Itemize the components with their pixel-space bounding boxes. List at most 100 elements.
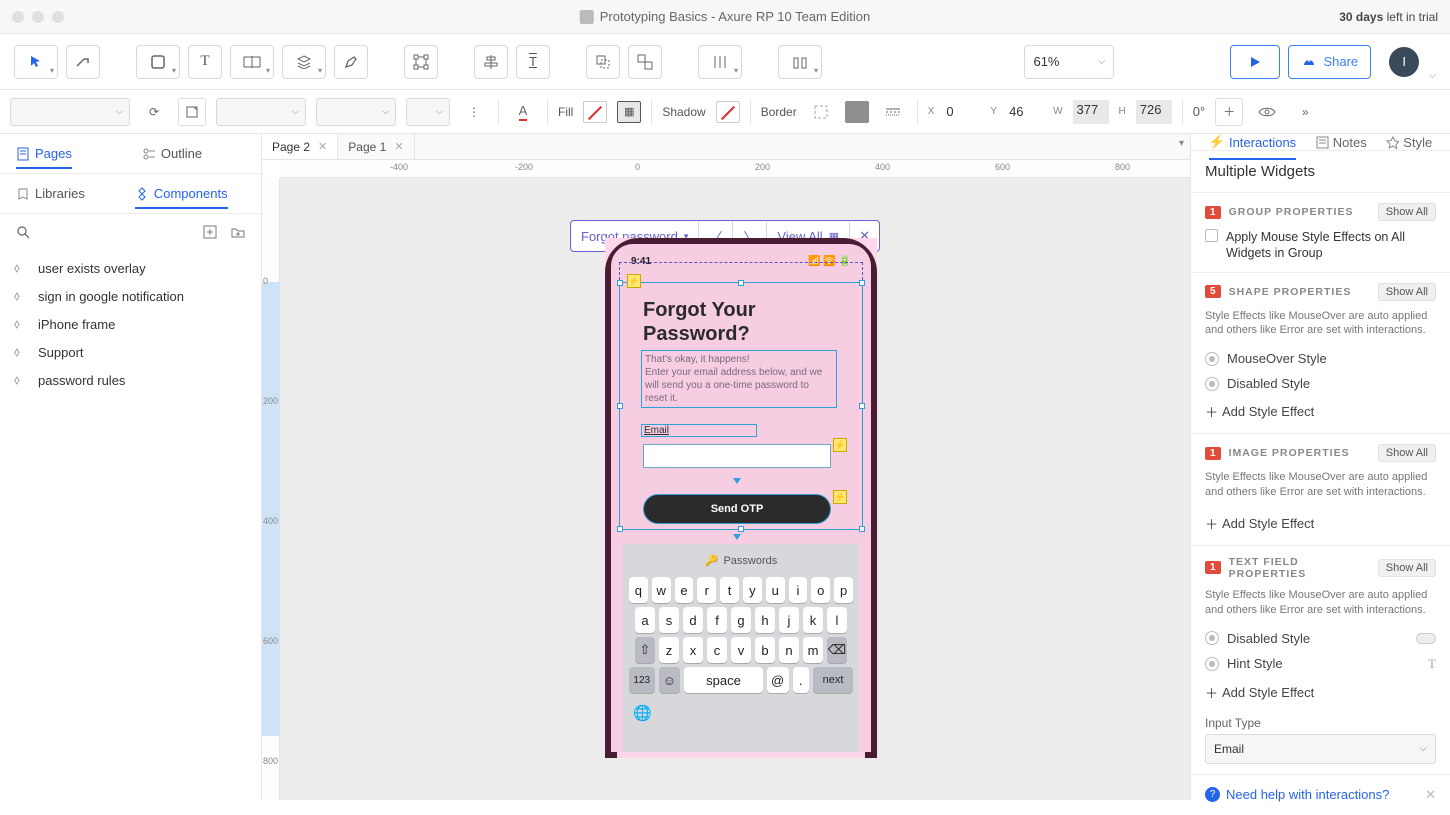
y-input[interactable] bbox=[1007, 100, 1043, 124]
update-style-icon[interactable]: ⟳ bbox=[140, 98, 168, 126]
share-button[interactable]: Share bbox=[1288, 45, 1371, 79]
border-width-icon[interactable] bbox=[879, 98, 907, 126]
zoom-select[interactable]: 61%⌵ bbox=[1024, 45, 1114, 79]
hint-style-row[interactable]: Hint StyleT bbox=[1205, 651, 1436, 677]
keyboard-key: q bbox=[629, 577, 648, 603]
input-type-select[interactable]: Email⌵ bbox=[1205, 734, 1436, 764]
component-item[interactable]: ⬨Support bbox=[0, 338, 261, 366]
component-item[interactable]: ⬨user exists overlay bbox=[0, 254, 261, 282]
show-all-button[interactable]: Show All bbox=[1378, 283, 1436, 301]
disabled-style-row[interactable]: Disabled Style bbox=[1205, 371, 1436, 396]
edit-points-tool[interactable] bbox=[404, 45, 438, 79]
ruler-horizontal[interactable]: -400-2000200400600800 bbox=[280, 160, 1190, 178]
file-tab-page2[interactable]: Page 2✕ bbox=[262, 134, 338, 159]
numeric-key: 123 bbox=[629, 667, 655, 693]
add-dimension-icon[interactable]: ＋ bbox=[1215, 98, 1243, 126]
help-link[interactable]: ? Need help with interactions? ✕ bbox=[1191, 774, 1450, 815]
border-sides-icon[interactable] bbox=[807, 98, 835, 126]
keyboard-key: t bbox=[720, 577, 739, 603]
text-color-icon[interactable]: A bbox=[509, 98, 537, 126]
keyboard-key: f bbox=[707, 607, 727, 633]
style-preset-select[interactable]: ⌵ bbox=[10, 98, 130, 126]
layers-tool[interactable]: ▾ bbox=[282, 45, 326, 79]
font-size-select[interactable]: ⌵ bbox=[406, 98, 450, 126]
border-color-swatch[interactable] bbox=[845, 101, 869, 123]
keyboard-key: j bbox=[779, 607, 799, 633]
tab-outline[interactable]: Outline bbox=[142, 146, 202, 161]
input-tool[interactable]: ▾ bbox=[230, 45, 274, 79]
at-key: @ bbox=[767, 667, 789, 693]
interaction-badge-icon[interactable]: ⚡ bbox=[627, 274, 641, 288]
search-icon[interactable] bbox=[14, 223, 32, 241]
close-icon[interactable]: ✕ bbox=[394, 140, 403, 153]
component-item[interactable]: ⬨sign in google notification bbox=[0, 282, 261, 310]
canvas[interactable]: Forgot password▾ 〈 〉 View All▦ ✕ 9:41 📶 … bbox=[280, 178, 1190, 800]
connect-tool[interactable] bbox=[66, 45, 100, 79]
close-help-icon[interactable]: ✕ bbox=[1425, 787, 1436, 803]
add-style-effect-button[interactable]: ＋Add Style Effect bbox=[1205, 396, 1436, 423]
w-value: 377 bbox=[1073, 100, 1109, 124]
keyboard-key: z bbox=[659, 637, 679, 663]
tabs-menu-icon[interactable]: ▾ bbox=[1179, 138, 1184, 149]
tab-libraries[interactable]: Libraries bbox=[16, 186, 85, 201]
disabled-style-row[interactable]: Disabled Style bbox=[1205, 626, 1436, 651]
key-icon: 🔑 bbox=[705, 554, 719, 567]
fill-image-swatch[interactable]: ▦ bbox=[617, 101, 641, 123]
group-tool[interactable] bbox=[586, 45, 620, 79]
text-style-tool[interactable]: T bbox=[516, 45, 550, 79]
tab-pages[interactable]: Pages bbox=[16, 146, 72, 169]
preview-button[interactable] bbox=[1230, 45, 1280, 79]
keyboard-key: p bbox=[834, 577, 853, 603]
hint-text-icon[interactable]: T bbox=[1428, 656, 1436, 672]
component-item[interactable]: ⬨iPhone frame bbox=[0, 310, 261, 338]
x-input[interactable] bbox=[944, 100, 980, 124]
font-weight-select[interactable]: ⌵ bbox=[316, 98, 396, 126]
select-tool[interactable]: ▾ bbox=[14, 45, 58, 79]
font-family-select[interactable]: ⌵ bbox=[216, 98, 306, 126]
interaction-badge-icon[interactable]: ⚡ bbox=[833, 490, 847, 504]
ungroup-tool[interactable] bbox=[628, 45, 662, 79]
create-style-icon[interactable] bbox=[178, 98, 206, 126]
more-text-icon[interactable]: ⋮ bbox=[460, 98, 488, 126]
ruler-vertical[interactable]: 0200400600800 bbox=[262, 178, 280, 800]
mouseover-style-row[interactable]: MouseOver Style bbox=[1205, 346, 1436, 371]
align-tool[interactable] bbox=[474, 45, 508, 79]
show-all-button[interactable]: Show All bbox=[1378, 444, 1436, 462]
add-style-effect-button[interactable]: ＋Add Style Effect bbox=[1205, 508, 1436, 535]
component-item[interactable]: ⬨password rules bbox=[0, 366, 261, 394]
disabled-toggle[interactable] bbox=[1416, 633, 1436, 644]
tab-style[interactable]: Style bbox=[1386, 135, 1432, 150]
add-component-icon[interactable] bbox=[201, 223, 219, 241]
avatar-caret-icon[interactable]: ⌵ bbox=[1429, 70, 1436, 81]
canvas-area: Page 2✕ Page 1✕ ▾ -400-2000200400600800 … bbox=[262, 134, 1190, 800]
apply-mouse-effects-checkbox[interactable] bbox=[1205, 229, 1218, 242]
visibility-icon[interactable] bbox=[1253, 98, 1281, 126]
distribute-tool[interactable]: ▾ bbox=[698, 45, 742, 79]
rotation-value[interactable]: 0° bbox=[1193, 104, 1205, 119]
show-all-button[interactable]: Show All bbox=[1378, 559, 1436, 577]
artboard-phone[interactable]: 9:41 📶 🛜 🔋 Forgot YourPassword? That's o… bbox=[605, 238, 877, 758]
pen-tool[interactable] bbox=[334, 45, 368, 79]
shadow-swatch[interactable] bbox=[716, 101, 740, 123]
shape-tool[interactable]: ▾ bbox=[136, 45, 180, 79]
dot-key: . bbox=[793, 667, 809, 693]
file-tab-page1[interactable]: Page 1✕ bbox=[338, 134, 414, 159]
tab-notes[interactable]: Notes bbox=[1316, 135, 1367, 150]
h-value: 726 bbox=[1136, 100, 1172, 124]
interaction-badge-icon[interactable]: ⚡ bbox=[833, 438, 847, 452]
user-avatar[interactable]: I bbox=[1389, 47, 1419, 77]
tab-components[interactable]: Components bbox=[135, 186, 228, 209]
show-all-button[interactable]: Show All bbox=[1378, 203, 1436, 221]
keyboard-key: b bbox=[755, 637, 775, 663]
overflow-icon[interactable]: » bbox=[1291, 98, 1319, 126]
keyboard-key: w bbox=[652, 577, 671, 603]
x-label: X bbox=[928, 106, 935, 117]
arrange-tool[interactable]: ▾ bbox=[778, 45, 822, 79]
add-style-effect-button[interactable]: ＋Add Style Effect bbox=[1205, 677, 1436, 704]
close-icon[interactable]: ✕ bbox=[318, 140, 327, 153]
w-label: W bbox=[1053, 106, 1062, 117]
fill-color-swatch[interactable] bbox=[583, 101, 607, 123]
add-folder-icon[interactable] bbox=[229, 223, 247, 241]
text-tool[interactable]: T bbox=[188, 45, 222, 79]
window-controls[interactable] bbox=[0, 11, 64, 23]
